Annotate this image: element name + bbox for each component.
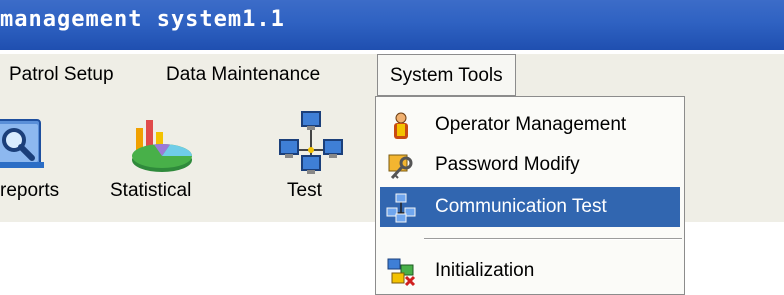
window-title: management system1.1 <box>0 7 285 32</box>
network-computers-icon <box>386 193 416 223</box>
menu-item-label: Password Modify <box>435 154 580 175</box>
initialization-icon <box>386 257 416 287</box>
menu-separator <box>424 238 682 240</box>
key-icon <box>386 151 416 181</box>
menu-item-label: Initialization <box>435 260 535 281</box>
menu-item-operator-management[interactable]: Operator Management <box>380 105 680 145</box>
network-computers-icon[interactable] <box>276 110 346 176</box>
title-bar: management system1.1 <box>0 0 784 50</box>
menu-item-label: Communication Test <box>435 196 607 217</box>
toolbar-statistical-label[interactable]: Statistical <box>110 180 191 202</box>
menu-item-password-modify[interactable]: Password Modify <box>380 145 680 185</box>
menu-data-maintenance[interactable]: Data Maintenance <box>166 54 320 96</box>
menu-item-initialization[interactable]: Initialization <box>380 251 680 291</box>
menu-system-tools[interactable]: System Tools <box>377 54 516 96</box>
menu-item-label: Operator Management <box>435 114 627 135</box>
toolbar-reports-label[interactable]: reports <box>0 180 59 202</box>
menu-item-communication-test[interactable]: Communication Test <box>380 187 680 227</box>
menu-bar: Patrol Setup Data Maintenance System Too… <box>0 54 784 96</box>
system-tools-dropdown: Operator Management Password Modify Comm <box>375 96 685 295</box>
menu-patrol-setup[interactable]: Patrol Setup <box>9 54 114 96</box>
pie-chart-icon[interactable] <box>126 118 196 176</box>
search-report-icon[interactable] <box>0 114 48 170</box>
operator-icon <box>386 111 416 141</box>
toolbar-test-label[interactable]: Test <box>287 180 322 202</box>
